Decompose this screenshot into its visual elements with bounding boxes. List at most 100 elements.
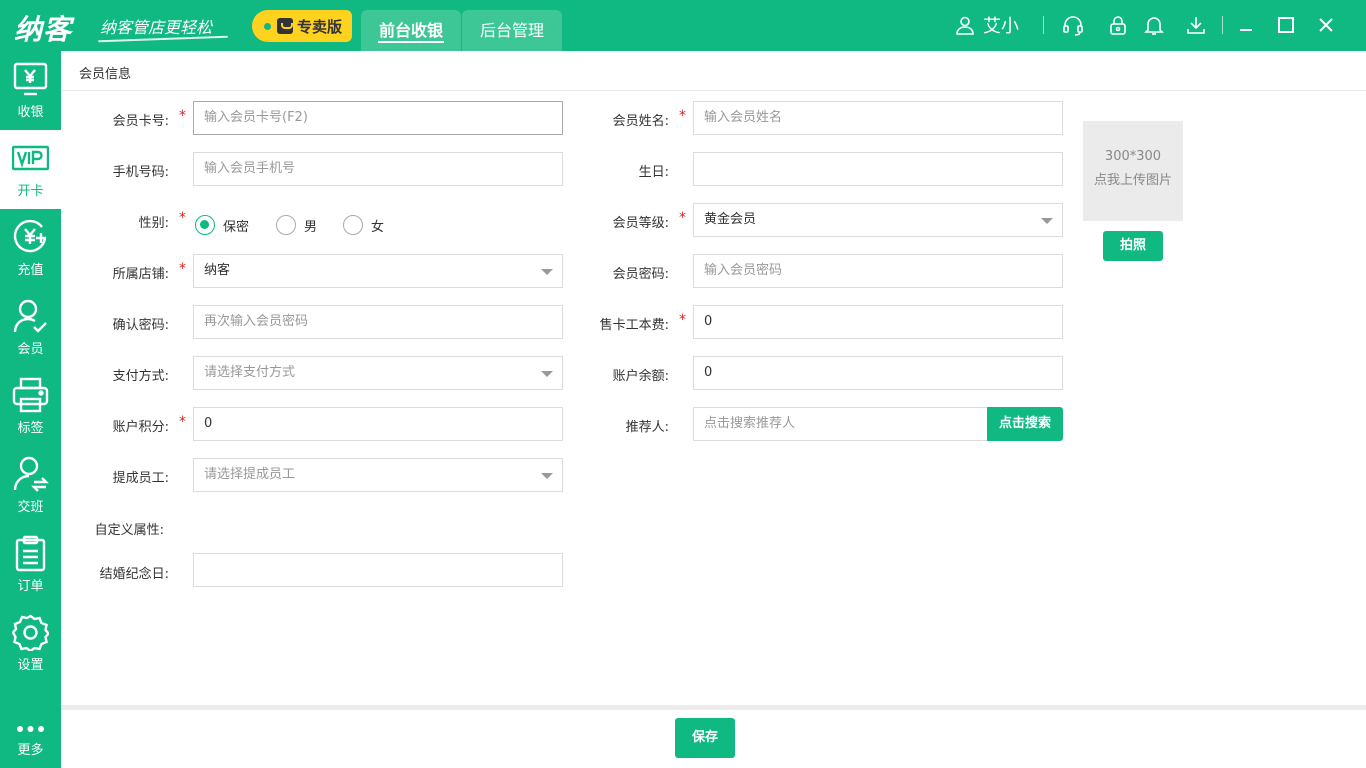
chevron-down-icon [541,473,553,479]
phone-input[interactable]: 输入会员手机号 [193,152,563,186]
close-icon[interactable] [1315,14,1337,36]
birthday-input[interactable] [693,152,1063,186]
staff-select[interactable]: 请选择提成员工 [193,458,563,492]
sidebar-item-label: 开卡 [17,184,44,199]
download-icon[interactable] [1185,14,1207,36]
password-label: 会员密码: [612,267,669,282]
footer-divider [61,705,1366,710]
password-input[interactable]: 输入会员密码 [693,254,1063,288]
order-icon [15,535,46,572]
member-icon [13,299,47,333]
referrer-input[interactable]: 点击搜索推荐人 [693,407,989,441]
printer-icon [12,377,49,413]
photo-upload-area[interactable]: 300*300 点我上传图片 [1083,121,1183,221]
required-mark: * [679,108,686,124]
app-logo: 纳客 [14,13,73,46]
gender-label: 性别: [138,216,169,231]
required-mark: * [179,414,186,430]
name-input[interactable]: 输入会员姓名 [693,101,1063,135]
card-fee-input[interactable]: 0 [693,305,1063,339]
gender-radio-female[interactable]: 女 [343,215,384,235]
lock-icon[interactable] [1107,14,1129,36]
required-mark: * [679,312,686,328]
sidebar: 收银 开卡 充值 会员 标签 交班 订单 设置 更多 [0,51,61,768]
edition-badge: 专卖版 [252,10,352,42]
balance-label: 账户余额: [612,369,669,384]
points-input[interactable]: 0 [193,407,563,441]
save-button[interactable]: 保存 [675,718,735,758]
referrer-label: 推荐人: [625,420,669,435]
divider [1043,16,1044,34]
radio-circle [195,215,215,235]
confirm-password-label: 确认密码: [112,318,169,333]
card-no-label: 会员卡号: [112,114,169,129]
balance-input[interactable]: 0 [693,356,1063,390]
shopping-bag-icon [277,18,293,34]
level-label: 会员等级: [612,216,669,231]
top-bar: 纳客 纳客管店更轻松 专卖版 前台收银 后台管理 艾小 [0,0,1366,51]
maximize-icon[interactable] [1275,14,1297,36]
more-icon [17,726,44,732]
sidebar-item-more[interactable]: 更多 [0,689,61,768]
sidebar-item-settings[interactable]: 设置 [0,604,61,683]
user-icon [956,16,974,35]
radio-label: 男 [304,219,318,235]
main-content: 会员信息 会员卡号: * 输入会员卡号(F2) 会员姓名: * 输入会员姓名 手… [61,51,1366,768]
sidebar-item-label: 交班 [17,500,44,515]
referrer-search-button[interactable]: 点击搜索 [987,407,1063,441]
card-no-input[interactable]: 输入会员卡号(F2) [193,101,563,135]
name-label: 会员姓名: [612,114,669,129]
section-title: 会员信息 [79,67,132,82]
radio-label: 保密 [223,219,250,235]
radio-circle [343,215,363,235]
staff-select-placeholder: 请选择提成员工 [204,467,296,482]
tab-front-cashier[interactable]: 前台收银 [361,10,461,51]
radio-circle [276,215,296,235]
store-select[interactable]: 纳客 [193,254,563,288]
required-mark: * [179,108,186,124]
sidebar-item-label: 更多 [17,743,44,758]
edition-label: 专卖版 [297,17,343,36]
store-select-value: 纳客 [204,263,231,278]
custom-attrs-label: 自定义属性: [94,523,164,538]
user-name: 艾小 [983,16,1019,37]
divider [1222,16,1223,34]
required-mark: * [679,210,686,226]
level-select-value: 黄金会员 [704,212,757,227]
chevron-down-icon [1041,218,1053,224]
anniversary-label: 结婚纪念日: [99,567,169,582]
recharge-icon [13,219,47,253]
gender-radio-secret[interactable]: 保密 [195,215,249,235]
level-select[interactable]: 黄金会员 [693,203,1063,237]
take-photo-button[interactable]: 拍照 [1103,231,1163,261]
phone-label: 手机号码: [112,165,169,180]
sidebar-item-label: 设置 [17,658,44,673]
store-label: 所属店铺: [112,267,169,282]
cashier-icon [13,62,48,96]
bell-icon[interactable] [1143,14,1165,36]
user-menu[interactable]: 艾小 [955,12,1019,38]
photo-size-text: 300*300 [1104,149,1162,164]
tab-backend-management[interactable]: 后台管理 [462,10,562,51]
app-slogan: 纳客管店更轻松 [100,18,213,37]
badge-dot [264,22,271,30]
confirm-password-input[interactable]: 再次输入会员密码 [193,305,563,339]
birthday-label: 生日: [638,165,669,180]
required-mark: * [179,210,186,226]
divider [61,90,1366,91]
sidebar-item-label: 会员 [17,342,44,357]
settings-icon [12,614,49,651]
card-fee-label: 售卡工本费: [599,318,669,333]
minimize-icon[interactable] [1235,14,1257,36]
payment-label: 支付方式: [112,369,169,384]
radio-label: 女 [371,219,385,235]
gender-radio-male[interactable]: 男 [276,215,317,235]
headset-icon[interactable] [1062,14,1084,36]
vip-card-icon [12,145,49,171]
photo-upload-text: 点我上传图片 [1093,173,1172,188]
shift-icon [13,456,49,492]
anniversary-input[interactable] [193,553,563,587]
payment-select-placeholder: 请选择支付方式 [204,365,296,380]
payment-select[interactable]: 请选择支付方式 [193,356,563,390]
points-label: 账户积分: [112,420,169,435]
